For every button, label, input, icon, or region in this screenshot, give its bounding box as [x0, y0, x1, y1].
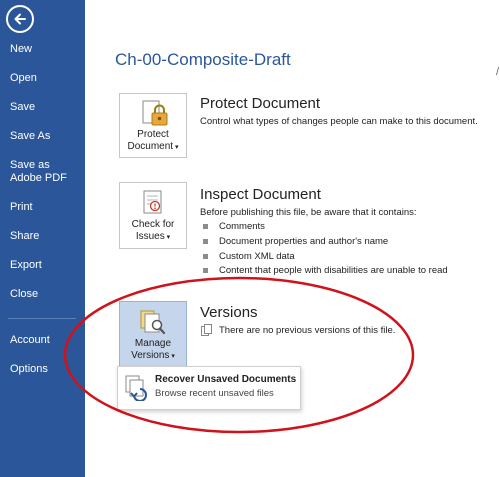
inspect-button-label-line1: Check for — [131, 219, 175, 230]
inspect-item-accessibility: Content that people with disabilities ar… — [219, 265, 448, 276]
version-document-icon — [201, 324, 212, 336]
lock-document-icon — [142, 100, 168, 126]
nav-print[interactable]: Print — [10, 201, 33, 214]
protect-document-title: Protect Document — [200, 95, 321, 112]
chevron-down-icon: ▾ — [173, 144, 179, 151]
chevron-down-icon: ▾ — [169, 353, 175, 360]
nav-divider — [8, 318, 76, 319]
nav-options[interactable]: Options — [10, 363, 48, 376]
protect-document-button[interactable]: Protect Document ▾ — [119, 93, 187, 158]
recover-documents-icon — [125, 375, 147, 401]
manage-versions-icon — [140, 310, 166, 335]
recover-unsaved-documents-item[interactable]: Recover Unsaved Documents Browse recent … — [118, 367, 300, 409]
back-button[interactable] — [6, 5, 34, 33]
manage-versions-dropdown: Recover Unsaved Documents Browse recent … — [117, 366, 301, 410]
recover-unsaved-title: Recover Unsaved Documents — [155, 374, 297, 385]
check-for-issues-button[interactable]: Check for Issues ▾ — [119, 182, 187, 249]
protect-button-label-line2: Document ▾ — [127, 141, 179, 152]
chevron-down-icon: ▾ — [164, 234, 171, 241]
nav-open[interactable]: Open — [10, 72, 37, 85]
nav-export[interactable]: Export — [10, 259, 42, 272]
versions-description: There are no previous versions of this f… — [219, 325, 396, 336]
nav-new[interactable]: New — [10, 43, 32, 56]
bullet-marker — [203, 254, 208, 259]
inspect-item-comments: Comments — [219, 221, 265, 232]
back-arrow-icon — [14, 13, 26, 25]
nav-account[interactable]: Account — [10, 334, 50, 347]
recover-unsaved-subtitle: Browse recent unsaved files — [155, 388, 274, 399]
versions-title: Versions — [200, 304, 258, 321]
protect-document-description: Control what types of changes people can… — [200, 116, 478, 127]
document-title: Ch-00-Composite-Draft — [115, 50, 291, 69]
manage-versions-button[interactable]: Manage Versions ▾ — [119, 301, 187, 367]
protect-button-label-line1: Protect — [137, 129, 169, 140]
backstage-sidebar: New Open Save Save As Save as Adobe PDF … — [0, 0, 85, 477]
bullet-marker — [203, 224, 208, 229]
nav-share[interactable]: Share — [10, 230, 39, 243]
inspect-button-label-line2: Issues ▾ — [135, 231, 171, 242]
inspect-document-title: Inspect Document — [200, 186, 321, 203]
versions-button-label-line2: Versions ▾ — [131, 350, 175, 361]
nav-close[interactable]: Close — [10, 288, 38, 301]
inspect-document-icon — [143, 190, 162, 214]
inspect-document-description: Before publishing this file, be aware th… — [200, 207, 417, 218]
bullet-marker — [203, 239, 208, 244]
nav-save-as[interactable]: Save As — [10, 130, 50, 143]
nav-save-as-adobe-pdf[interactable]: Save as Adobe PDF — [10, 159, 76, 185]
edge-mark: / — [496, 66, 500, 78]
inspect-item-xml: Custom XML data — [219, 251, 295, 262]
bullet-marker — [203, 268, 208, 273]
inspect-item-properties: Document properties and author's name — [219, 236, 389, 247]
versions-button-label-line1: Manage — [134, 338, 172, 349]
nav-save[interactable]: Save — [10, 101, 35, 114]
